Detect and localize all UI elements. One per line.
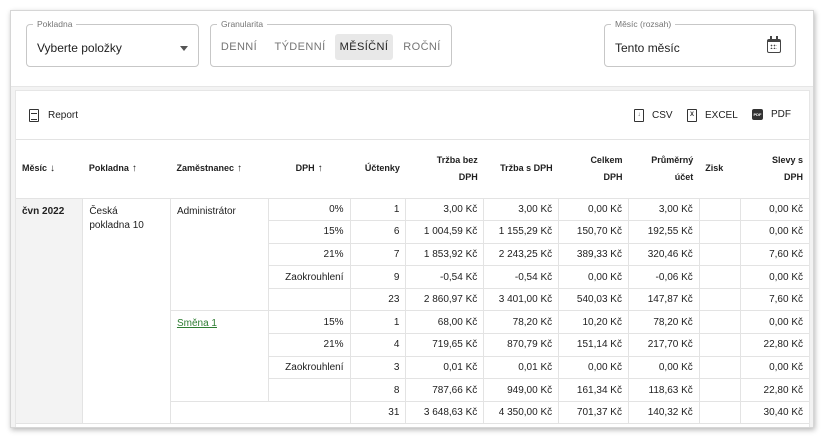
arrow-up-icon: ↑ [317, 163, 323, 175]
dph-cell: 21% [267, 242, 351, 267]
month-range-picker[interactable]: Měsíc (rozsah) Tento měsíc [604, 19, 796, 67]
granularity-toggle: Granularita DENNÍ TÝDENNÍ MĚSÍČNÍ ROČNÍ [210, 19, 452, 67]
pokladna-select[interactable]: Pokladna Vyberte položky [26, 19, 199, 67]
pdf-label: PDF [771, 109, 791, 120]
employee-cell: Směna 1 [170, 310, 269, 402]
export-pdf-button[interactable]: PDF PDF [752, 109, 791, 120]
month-range-value: Tento měsíc [615, 41, 680, 55]
arrow-down-icon: ↓ [50, 163, 56, 175]
dph-cell [268, 287, 351, 312]
granularity-label: Granularita [221, 19, 264, 29]
employee-cell: Administrátor [170, 197, 269, 312]
excel-label: EXCEL [705, 110, 738, 121]
col-header-mesic[interactable]: Měsíc ↓ [16, 140, 83, 199]
col-header-trzba-bez-dph[interactable]: Tržba bez DPH [405, 140, 484, 199]
pdf-file-icon: PDF [752, 109, 763, 120]
register-cell: Česká pokladna 10 [82, 197, 171, 425]
col-header-uctenky[interactable]: Účtenky [350, 140, 406, 199]
dph-cell: 0% [267, 197, 351, 222]
grand-total-spacer [170, 400, 351, 425]
col-header-dph[interactable]: DPH ↑ [268, 140, 351, 199]
col-header-trzba-s-dph[interactable]: Tržba s DPH [483, 140, 559, 199]
report-toolbar: Report ↓ CSV X EXCEL PDF PDF [16, 91, 809, 140]
month-cell: čvn 2022 [16, 197, 84, 425]
report-table: Měsíc ↓ Pokladna ↑ Zaměstnanec ↑ DPH ↑ Účten… [16, 140, 809, 425]
dph-cell [268, 378, 351, 402]
arrow-up-icon: ↑ [236, 163, 242, 175]
report-card: Report ↓ CSV X EXCEL PDF PDF Měsíc ↓ Pok… [15, 90, 810, 427]
granularity-weekly-button[interactable]: TÝDENNÍ [269, 34, 331, 60]
excel-file-icon: X [687, 109, 697, 122]
export-excel-button[interactable]: X EXCEL [687, 109, 738, 122]
dph-cell: 15% [267, 310, 351, 335]
pokladna-label: Pokladna [37, 19, 73, 29]
col-header-celkem-dph[interactable]: Celkem DPH [558, 140, 629, 199]
arrow-up-icon: ↑ [131, 163, 137, 175]
granularity-yearly-button[interactable]: ROČNÍ [399, 34, 445, 60]
table-row: čvn 2022 Česká pokladna 10 Administrátor … [16, 197, 809, 425]
caret-down-icon [180, 46, 188, 51]
filter-bar: Pokladna Vyberte položky Granularita DEN… [11, 11, 813, 87]
dph-cell: Zaokrouhlení [267, 265, 351, 289]
dph-cell: 21% [267, 333, 351, 357]
report-title: Report [29, 109, 78, 122]
col-header-zisk[interactable]: Zisk [699, 140, 741, 199]
dph-cell: Zaokrouhlení [267, 355, 351, 380]
calendar-icon[interactable] [767, 36, 781, 53]
col-header-slevy-s-dph[interactable]: Slevy s DPH [740, 140, 809, 199]
table-header-row: Měsíc ↓ Pokladna ↑ Zaměstnanec ↑ DPH ↑ Účten… [16, 140, 809, 199]
csv-file-icon: ↓ [634, 109, 644, 122]
dph-cell: 15% [267, 220, 351, 244]
col-header-prumerny-ucet[interactable]: Průměrný účet [628, 140, 700, 199]
csv-label: CSV [652, 110, 673, 121]
shift-link[interactable]: Směna 1 [177, 318, 217, 329]
granularity-monthly-button[interactable]: MĚSÍČNÍ [335, 34, 393, 60]
granularity-daily-button[interactable]: DENNÍ [217, 34, 261, 60]
export-csv-button[interactable]: ↓ CSV [634, 109, 673, 122]
pokladna-value: Vyberte položky [37, 41, 122, 55]
month-range-label: Měsíc (rozsah) [615, 19, 672, 29]
document-icon [29, 109, 39, 122]
report-window: Pokladna Vyberte položky Granularita DEN… [10, 10, 814, 428]
report-label: Report [48, 110, 79, 121]
col-header-pokladna[interactable]: Pokladna ↑ [82, 140, 171, 199]
col-header-zamestnanec[interactable]: Zaměstnanec ↑ [170, 140, 269, 199]
